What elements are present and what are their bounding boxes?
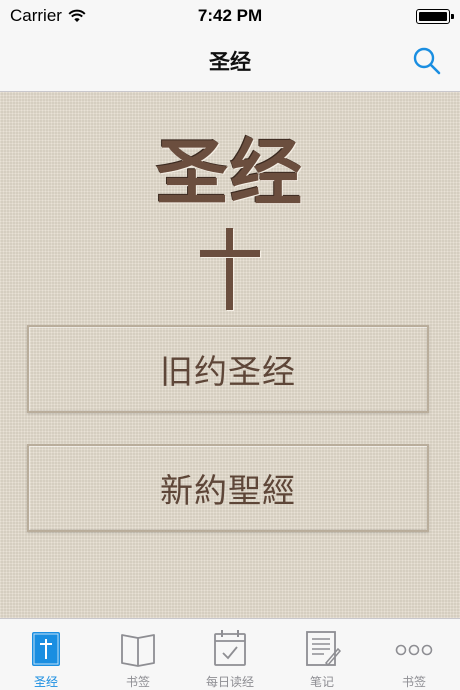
old-testament-button[interactable]: 旧约圣经 — [27, 325, 429, 413]
bible-icon — [32, 632, 60, 666]
status-bar: Carrier 7:42 PM — [0, 0, 460, 32]
tab-bar: 圣经 书签 每日读经 笔记 书签 — [0, 618, 460, 690]
search-icon — [413, 47, 441, 75]
tab-label: 书签 — [401, 675, 426, 689]
new-testament-button[interactable]: 新約聖經 — [27, 444, 429, 532]
book-icon — [121, 634, 155, 667]
tab-bookmarks[interactable]: 书签 — [92, 619, 184, 690]
tab-label: 笔记 — [309, 675, 334, 689]
more-icon — [395, 644, 433, 656]
tab-label: 书签 — [125, 675, 150, 689]
old-testament-label: 旧约圣经 — [160, 352, 296, 391]
main-content: 圣经 旧约圣经 新約聖經 — [0, 92, 460, 618]
cross-icon — [200, 228, 260, 310]
nav-bar: 圣经 — [0, 32, 460, 92]
tab-label: 圣经 — [33, 675, 58, 689]
tab-label: 每日读经 — [205, 675, 254, 689]
tab-daily-reading[interactable]: 每日读经 — [184, 619, 276, 690]
status-time: 7:42 PM — [197, 6, 263, 25]
tab-bible[interactable]: 圣经 — [0, 619, 92, 690]
search-button[interactable] — [412, 46, 442, 76]
tab-notes[interactable]: 笔记 — [276, 619, 368, 690]
battery-icon — [416, 9, 454, 24]
tab-more[interactable]: 书签 — [368, 619, 460, 690]
page-title: 圣经 — [209, 50, 251, 74]
new-testament-label: 新約聖經 — [160, 471, 296, 510]
notes-icon — [306, 631, 342, 667]
hero-title: 圣经 — [155, 131, 304, 215]
calendar-icon — [214, 630, 246, 666]
